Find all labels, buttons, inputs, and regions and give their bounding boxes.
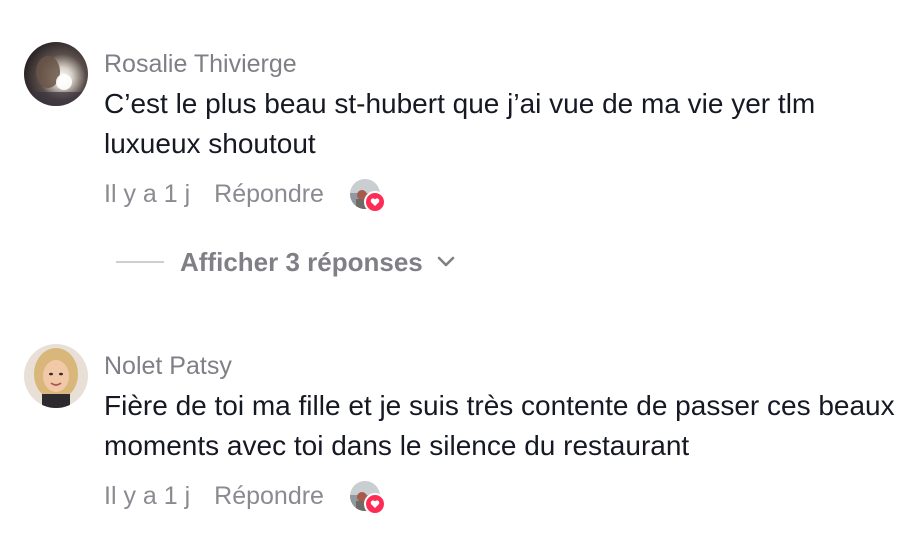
divider-line — [116, 261, 164, 263]
view-replies-button[interactable]: Afficher 3 réponses — [116, 244, 455, 280]
view-replies-label: Afficher 3 réponses — [180, 246, 423, 277]
avatar-image — [24, 344, 88, 408]
comment-body: Rosalie Thivierge C’est le plus beau st-… — [104, 40, 904, 213]
heart-icon — [363, 191, 386, 213]
avatar-image — [24, 42, 88, 106]
comment-text: Fière de toi ma fille et je suis très co… — [104, 390, 895, 461]
reply-button[interactable]: Répondre — [214, 180, 324, 209]
comment-text: C’est le plus beau st-hubert que j’ai vu… — [104, 88, 816, 159]
chevron-down-icon — [437, 256, 455, 268]
comment-username[interactable]: Nolet Patsy — [104, 350, 904, 382]
avatar[interactable] — [24, 42, 88, 106]
avatar[interactable] — [24, 344, 88, 408]
comment-timestamp: Il y a 1 j — [104, 179, 191, 208]
comment-meta: Il y a 1 j Répondre — [104, 476, 386, 516]
reply-button[interactable]: Répondre — [214, 482, 324, 511]
comment-meta: Il y a 1 j Répondre — [104, 174, 386, 214]
creator-liked-indicator[interactable] — [349, 179, 386, 213]
comment-body: Nolet Patsy Fière de toi ma fille et je … — [104, 342, 904, 515]
heart-icon — [363, 493, 386, 515]
comment-timestamp: Il y a 1 j — [104, 481, 191, 510]
creator-liked-indicator[interactable] — [349, 481, 386, 515]
comment-username[interactable]: Rosalie Thivierge — [104, 48, 904, 80]
